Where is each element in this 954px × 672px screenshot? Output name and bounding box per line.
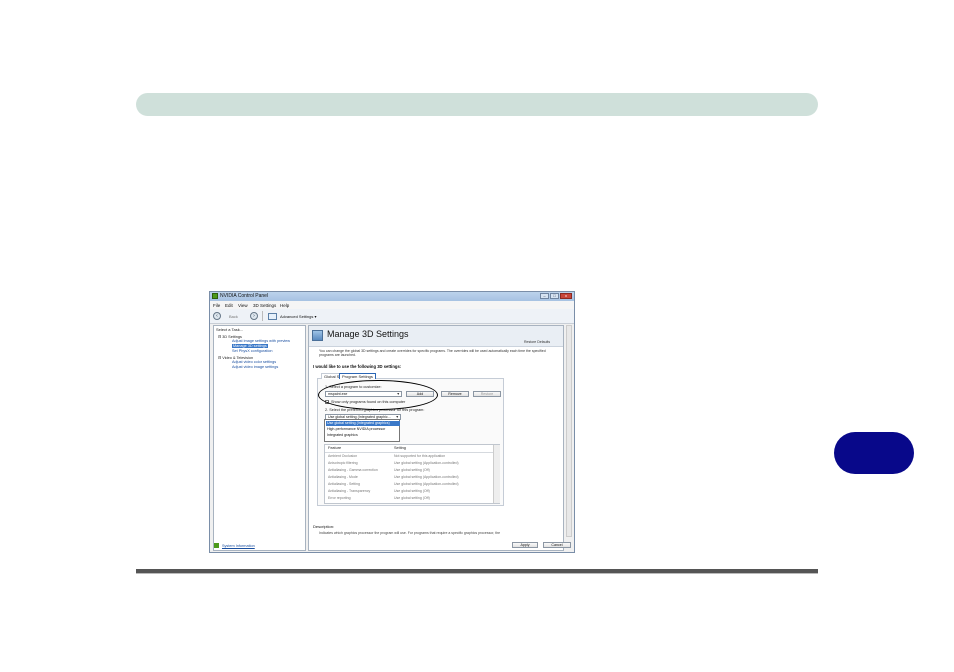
- table-row-feature[interactable]: Antialiasing - Gamma correction: [328, 468, 378, 472]
- select-task-label: Select a Task...: [216, 327, 244, 332]
- restore-button[interactable]: Restore: [473, 391, 501, 397]
- content-panel: Manage 3D Settings Restore Defaults You …: [308, 325, 564, 551]
- column-header-setting[interactable]: Setting: [394, 446, 406, 450]
- description-text: Indicates which graphics processor the p…: [319, 531, 501, 535]
- content-header: Manage 3D Settings Restore Defaults: [309, 326, 563, 347]
- graphics-processor-dropdown: Use global setting (Integrated graphics)…: [324, 419, 400, 442]
- toolbar-divider: [262, 311, 263, 321]
- cancel-button[interactable]: Cancel: [543, 542, 571, 548]
- tree-adjust-video-image[interactable]: Adjust video image settings: [232, 365, 278, 369]
- tree-set-physx[interactable]: Set PhysX configuration: [232, 349, 273, 353]
- table-row-setting[interactable]: Use global setting (Application-controll…: [394, 461, 459, 465]
- page-header-bar: [136, 93, 818, 116]
- table-row-setting[interactable]: Use global setting (Application-controll…: [394, 475, 459, 479]
- menu-view[interactable]: View: [238, 303, 248, 308]
- table-row-feature[interactable]: Error reporting: [328, 496, 351, 500]
- minimize-button[interactable]: –: [540, 293, 549, 299]
- dropdown-option[interactable]: Integrated graphics: [326, 433, 400, 438]
- back-label[interactable]: Back: [229, 314, 238, 319]
- dropdown-option[interactable]: Use global setting (Integrated graphics): [326, 421, 400, 426]
- forward-arrow-icon[interactable]: ›: [250, 312, 258, 320]
- table-row-feature[interactable]: Antialiasing - Mode: [328, 475, 358, 479]
- table-row-setting[interactable]: Use global setting (Off): [394, 489, 430, 493]
- settings-view-icon[interactable]: [268, 313, 277, 320]
- toolbar: ‹ Back › Advanced Settings ▾: [210, 309, 574, 324]
- advanced-settings-button[interactable]: Advanced Settings ▾: [280, 314, 316, 319]
- nvidia-app-icon: [212, 293, 218, 299]
- tab-program-settings[interactable]: Program Settings: [339, 373, 376, 379]
- menu-3d-settings[interactable]: 3D Settings: [253, 303, 276, 308]
- close-button[interactable]: x: [560, 293, 572, 299]
- dropdown-option[interactable]: High-performance NVIDIA processor: [326, 427, 400, 432]
- section-label: I would like to use the following 3D set…: [313, 364, 402, 369]
- intro-text: You can change the global 3D settings an…: [319, 349, 546, 358]
- system-information-link[interactable]: System Information: [222, 544, 255, 548]
- table-row-feature[interactable]: Anisotropic filtering: [328, 461, 358, 465]
- apply-button[interactable]: Apply: [512, 542, 538, 548]
- menu-file[interactable]: File: [213, 303, 220, 308]
- highlight-oval: [318, 380, 438, 410]
- table-row-setting[interactable]: Not supported for this application: [394, 454, 445, 458]
- footer-rule-thin: [136, 573, 818, 574]
- nvidia-control-panel-screenshot: NVIDIA Control Panel – □ x File Edit Vie…: [209, 291, 575, 553]
- page-title: Manage 3D Settings: [327, 329, 409, 339]
- table-row-setting[interactable]: Use global setting (Application-controll…: [394, 482, 459, 486]
- table-row-feature[interactable]: Ambient Occlusion: [328, 454, 357, 458]
- table-row-feature[interactable]: Antialiasing - Setting: [328, 482, 360, 486]
- system-info-icon: [214, 543, 219, 548]
- window-title: NVIDIA Control Panel: [220, 293, 269, 299]
- tree-manage-3d-settings[interactable]: Manage 3D settings: [232, 344, 268, 348]
- tree-adjust-image-settings[interactable]: Adjust image settings with preview: [232, 339, 290, 343]
- remove-button[interactable]: Remove: [441, 391, 469, 397]
- column-header-feature[interactable]: Feature: [328, 446, 341, 450]
- table-row-setting[interactable]: Use global setting (Off): [394, 496, 430, 500]
- maximize-button[interactable]: □: [550, 293, 559, 299]
- back-arrow-icon[interactable]: ‹: [213, 312, 221, 320]
- task-sidebar: Select a Task... ⊟ 3D Settings Adjust im…: [213, 325, 306, 551]
- header-divider: [325, 452, 499, 453]
- table-row-setting[interactable]: Use global setting (Off): [394, 468, 430, 472]
- table-row-feature[interactable]: Antialiasing - Transparency: [328, 489, 370, 493]
- table-scrollbar[interactable]: [493, 445, 500, 503]
- settings-table: Feature Setting Ambient Occlusion Not su…: [324, 444, 500, 504]
- menu-help[interactable]: Help: [280, 303, 289, 308]
- manage-3d-icon: [312, 330, 323, 341]
- content-scrollbar[interactable]: [566, 325, 572, 537]
- tree-adjust-video-color[interactable]: Adjust video color settings: [232, 360, 276, 364]
- menu-edit[interactable]: Edit: [225, 303, 233, 308]
- description-label: Description:: [313, 524, 335, 529]
- title-bar: NVIDIA Control Panel – □ x: [210, 292, 574, 301]
- chapter-tab: [834, 432, 914, 474]
- restore-defaults-link[interactable]: Restore Defaults: [524, 340, 550, 344]
